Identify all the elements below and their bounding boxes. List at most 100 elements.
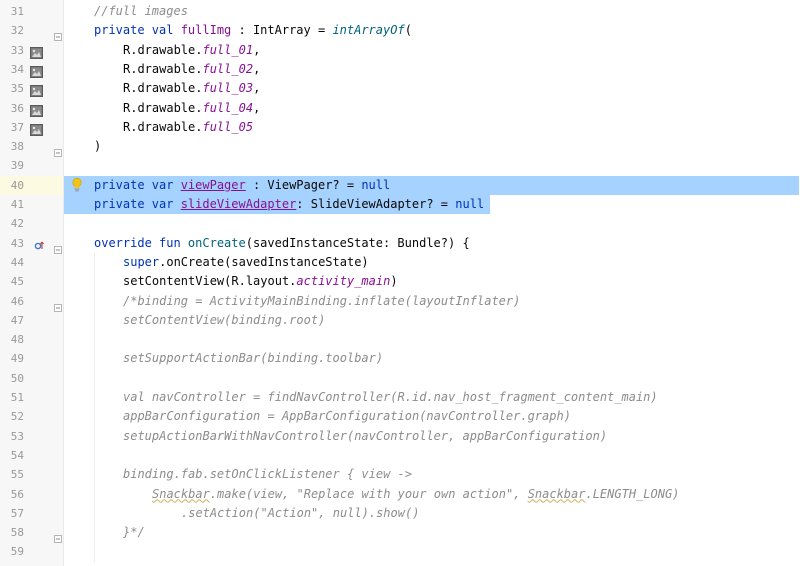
image-thumbnail-icon[interactable] xyxy=(30,121,43,136)
code-token: //full images xyxy=(94,4,188,18)
code-line[interactable]: 47 setContentView(binding.root) xyxy=(0,311,800,330)
line-number[interactable]: 36 xyxy=(0,102,24,116)
code-line[interactable]: 59 xyxy=(0,542,800,561)
image-thumbnail-icon[interactable] xyxy=(30,44,43,59)
code-text[interactable]: appBarConfiguration = AppBarConfiguratio… xyxy=(123,409,571,424)
line-number[interactable]: 42 xyxy=(0,217,24,231)
code-line[interactable]: 51 val navController = findNavController(… xyxy=(0,388,800,407)
code-text[interactable]: R.drawable.full_04, xyxy=(123,101,260,116)
code-line[interactable]: 31 //full images xyxy=(0,2,800,21)
code-token: ) xyxy=(390,274,398,289)
line-number[interactable]: 48 xyxy=(0,333,24,347)
code-line[interactable]: 46 /*binding = ActivityMainBinding.inflat… xyxy=(0,292,800,312)
code-text[interactable]: private var viewPager : ViewPager? = nul… xyxy=(94,178,390,193)
code-text[interactable]: R.drawable.full_03, xyxy=(123,81,260,96)
fold-marker-icon[interactable] xyxy=(54,26,62,42)
line-number[interactable]: 37 xyxy=(0,121,24,135)
code-text[interactable]: super.onCreate(savedInstanceState) xyxy=(123,255,369,270)
code-line[interactable]: 55 binding.fab.setOnClickListener { view … xyxy=(0,465,800,484)
override-method-icon[interactable] xyxy=(33,237,46,249)
code-line[interactable]: 54 xyxy=(0,446,800,465)
line-number[interactable]: 51 xyxy=(0,391,24,405)
code-line[interactable]: 41 private var slideViewAdapter: SlideVie… xyxy=(0,195,800,215)
line-number[interactable]: 33 xyxy=(0,44,24,58)
fold-marker-icon[interactable] xyxy=(54,239,62,254)
code-text[interactable]: private val fullImg : IntArray = intArra… xyxy=(94,23,412,38)
fold-marker-icon[interactable] xyxy=(54,297,62,312)
line-number[interactable]: 45 xyxy=(0,275,24,289)
code-line[interactable]: 40 private var viewPager : ViewPager? = n… xyxy=(0,175,800,195)
line-number[interactable]: 59 xyxy=(0,545,24,559)
line-number[interactable]: 55 xyxy=(0,468,24,482)
code-line[interactable]: 35 R.drawable.full_03, xyxy=(0,79,800,98)
intention-bulb-icon[interactable] xyxy=(71,177,83,193)
code-line[interactable]: 44 super.onCreate(savedInstanceState) xyxy=(0,253,800,272)
code-editor[interactable]: 31 //full images 32 private val fullImg : I… xyxy=(0,0,800,566)
code-text[interactable]: setContentView(binding.root) xyxy=(123,313,325,328)
code-text[interactable]: R.drawable.full_05 xyxy=(123,120,253,135)
line-number[interactable]: 47 xyxy=(0,314,24,328)
code-line[interactable]: 33 R.drawable.full_01, xyxy=(0,41,800,60)
code-line[interactable]: 58 }*/ xyxy=(0,523,800,544)
code-text[interactable]: .setAction("Action", null).show() xyxy=(181,506,419,521)
code-text[interactable]: }*/ xyxy=(123,525,145,540)
image-thumbnail-icon[interactable] xyxy=(30,82,43,98)
image-thumbnail-icon[interactable] xyxy=(30,63,43,78)
code-text[interactable]: val navController = findNavController(R.… xyxy=(123,390,658,405)
line-number[interactable]: 41 xyxy=(0,198,24,212)
line-number[interactable]: 46 xyxy=(0,295,24,309)
line-number[interactable]: 50 xyxy=(0,372,24,386)
code-token: , xyxy=(253,100,261,115)
code-line[interactable]: 52 appBarConfiguration = AppBarConfigurat… xyxy=(0,407,800,426)
code-line[interactable]: 45 setContentView(R.layout.activity_main) xyxy=(0,272,800,291)
code-text[interactable]: R.drawable.full_01, xyxy=(123,43,260,58)
line-number[interactable]: 49 xyxy=(0,352,24,366)
line-number[interactable]: 52 xyxy=(0,410,24,424)
code-line[interactable]: 50 xyxy=(0,369,800,388)
code-line[interactable]: 57 .setAction("Action", null).show() xyxy=(0,504,800,523)
fold-marker-icon[interactable] xyxy=(54,142,62,158)
line-number[interactable]: 38 xyxy=(0,140,24,154)
fold-marker-icon[interactable] xyxy=(54,528,62,544)
line-number[interactable]: 53 xyxy=(0,430,24,444)
code-text[interactable]: ) xyxy=(94,139,101,154)
line-number[interactable]: 58 xyxy=(0,526,24,540)
image-thumbnail-icon[interactable] xyxy=(30,102,43,117)
code-text[interactable]: setContentView(R.layout.activity_main) xyxy=(123,274,398,289)
line-number[interactable]: 39 xyxy=(0,159,24,173)
code-line[interactable]: 32 private val fullImg : IntArray = intAr… xyxy=(0,21,800,42)
line-number[interactable]: 43 xyxy=(0,237,24,251)
code-text[interactable]: setSupportActionBar(binding.toolbar) xyxy=(123,351,383,366)
code-token: binding.fab.setOnClickListener { view -> xyxy=(123,467,412,482)
code-line[interactable]: 48 xyxy=(0,330,800,349)
line-number[interactable]: 57 xyxy=(0,507,24,521)
code-line[interactable]: 56 Snackbar.make(view, "Replace with your… xyxy=(0,485,800,504)
code-line[interactable]: 36 R.drawable.full_04, xyxy=(0,99,800,118)
code-line[interactable]: 39 xyxy=(0,156,800,175)
code-text[interactable]: //full images xyxy=(94,4,188,19)
code-text[interactable]: Snackbar.make(view, "Replace with your o… xyxy=(152,487,679,502)
code-line[interactable]: 42 xyxy=(0,214,800,233)
code-text[interactable]: setupActionBarWithNavController(navContr… xyxy=(123,429,607,444)
code-text[interactable]: R.drawable.full_02, xyxy=(123,62,260,77)
line-number[interactable]: 56 xyxy=(0,488,24,502)
code-text[interactable]: override fun onCreate(savedInstanceState… xyxy=(94,236,470,251)
code-text[interactable]: private var slideViewAdapter: SlideViewA… xyxy=(94,197,484,212)
code-text[interactable]: /*binding = ActivityMainBinding.inflate(… xyxy=(123,294,520,309)
code-token: fullImg xyxy=(180,23,232,38)
line-number[interactable]: 35 xyxy=(0,82,24,96)
code-line[interactable]: 38) xyxy=(0,137,800,158)
code-token: R.drawable. xyxy=(123,61,203,76)
code-line[interactable]: 37 R.drawable.full_05 xyxy=(0,118,800,137)
code-text[interactable]: binding.fab.setOnClickListener { view -> xyxy=(123,467,412,482)
line-number[interactable]: 40 xyxy=(0,179,24,193)
code-line[interactable]: 34 R.drawable.full_02, xyxy=(0,60,800,79)
line-number[interactable]: 32 xyxy=(0,24,24,38)
code-line[interactable]: 49 setSupportActionBar(binding.toolbar) xyxy=(0,349,800,368)
line-number[interactable]: 31 xyxy=(0,5,24,19)
code-line[interactable]: 53 setupActionBarWithNavController(navCon… xyxy=(0,427,800,446)
line-number[interactable]: 54 xyxy=(0,449,24,463)
line-number[interactable]: 34 xyxy=(0,63,24,77)
code-line[interactable]: 43 override fun onCreate(savedInstanceSta… xyxy=(0,234,800,254)
line-number[interactable]: 44 xyxy=(0,256,24,270)
